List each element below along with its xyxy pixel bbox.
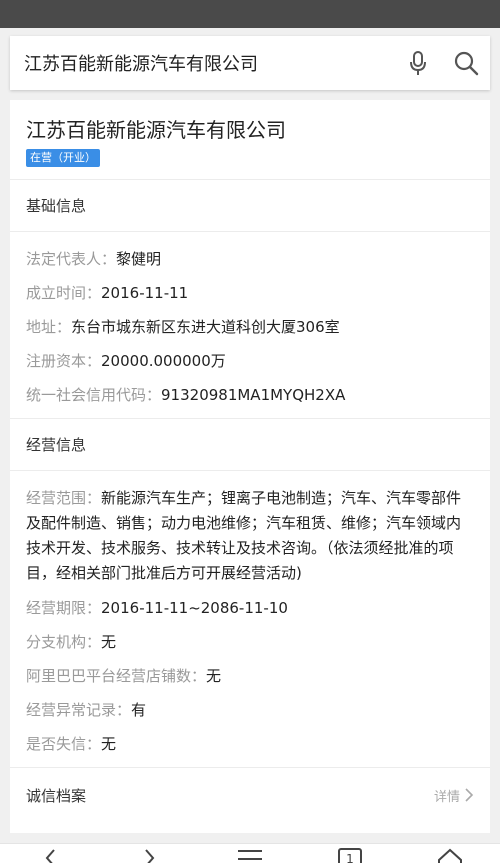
credit-archive-row[interactable]: 诚信档案 详情 [10, 768, 490, 822]
info-label: 经营期限： [26, 599, 102, 617]
tabs-button[interactable]: 1 [320, 844, 380, 863]
info-value: 有 [131, 701, 147, 719]
info-value: 91320981MA1MYQH2XA [161, 386, 346, 404]
info-row-capital: 注册资本：20000.000000万 [26, 344, 474, 378]
microphone-icon[interactable] [394, 36, 442, 90]
info-row-address: 地址：东台市城东新区东进大道科创大厦306室 [26, 310, 474, 344]
chevron-left-icon [45, 849, 55, 863]
info-label: 注册资本： [26, 352, 102, 370]
chevron-right-icon [465, 788, 474, 802]
detail-label: 详情 [433, 789, 460, 805]
info-label: 地址： [26, 318, 72, 336]
search-query[interactable]: 江苏百能新能源汽车有限公司 [24, 50, 394, 76]
info-row-credit-code: 统一社会信用代码：91320981MA1MYQH2XA [26, 378, 474, 412]
home-icon [438, 848, 462, 863]
menu-icon [238, 850, 262, 860]
info-value: 20000.000000万 [101, 352, 226, 370]
basic-info-title: 基础信息 [10, 180, 490, 232]
info-value: 东台市城东新区东进大道科创大厦306室 [71, 318, 340, 336]
info-label: 经营异常记录： [26, 701, 132, 719]
info-row-founded: 成立时间：2016-11-11 [26, 276, 474, 310]
home-button[interactable] [420, 844, 480, 863]
info-row-branches: 分支机构：无 [26, 625, 474, 659]
business-info-section: 经营范围：新能源汽车生产；锂离子电池制造；汽车、汽车零部件及配件制造、销售；动力… [10, 471, 490, 768]
basic-info-section: 法定代表人：黎健明 成立时间：2016-11-11 地址：东台市城东新区东进大道… [10, 232, 490, 419]
info-row-alibaba-stores: 阿里巴巴平台经营店铺数：无 [26, 659, 474, 693]
info-value: 无 [206, 667, 222, 685]
bottom-nav-bar: 1 [0, 843, 500, 863]
info-label: 是否失信： [26, 735, 102, 753]
company-card: 江苏百能新能源汽车有限公司 在营（开业） 基础信息 法定代表人：黎健明 成立时间… [10, 100, 490, 833]
info-label: 统一社会信用代码： [26, 386, 162, 404]
info-label: 经营范围： [26, 489, 102, 507]
info-row-term: 经营期限：2016-11-11~2086-11-10 [26, 591, 474, 625]
info-label: 成立时间： [26, 284, 102, 302]
info-label: 法定代表人： [26, 250, 117, 268]
info-row-abnormal-record: 经营异常记录：有 [26, 693, 474, 727]
chevron-right-icon [145, 849, 155, 863]
status-badge: 在营（开业） [26, 149, 100, 167]
info-label: 分支机构： [26, 633, 102, 651]
company-header: 江苏百能新能源汽车有限公司 在营（开业） [10, 100, 490, 180]
business-info-title: 经营信息 [10, 419, 490, 471]
company-name: 江苏百能新能源汽车有限公司 [26, 118, 286, 142]
status-bar [0, 0, 500, 28]
search-bar[interactable]: 江苏百能新能源汽车有限公司 [10, 36, 490, 90]
credit-archive-title: 诚信档案 [26, 786, 87, 805]
info-value: 无 [101, 735, 117, 753]
tabs-icon: 1 [338, 848, 362, 863]
info-label: 阿里巴巴平台经营店铺数： [26, 667, 207, 685]
back-button[interactable] [20, 844, 80, 863]
info-value: 无 [101, 633, 117, 651]
info-value: 黎健明 [116, 250, 162, 268]
search-icon[interactable] [442, 36, 490, 90]
info-row-business-scope: 经营范围：新能源汽车生产；锂离子电池制造；汽车、汽车零部件及配件制造、销售；动力… [26, 481, 474, 591]
info-row-legal-rep: 法定代表人：黎健明 [26, 242, 474, 276]
info-value: 2016-11-11 [101, 284, 189, 302]
credit-detail-link[interactable]: 详情 [434, 786, 474, 805]
info-row-dishonest: 是否失信：无 [26, 727, 474, 761]
forward-button[interactable] [120, 844, 180, 863]
info-value: 2016-11-11~2086-11-10 [101, 599, 288, 617]
menu-button[interactable] [220, 844, 280, 863]
